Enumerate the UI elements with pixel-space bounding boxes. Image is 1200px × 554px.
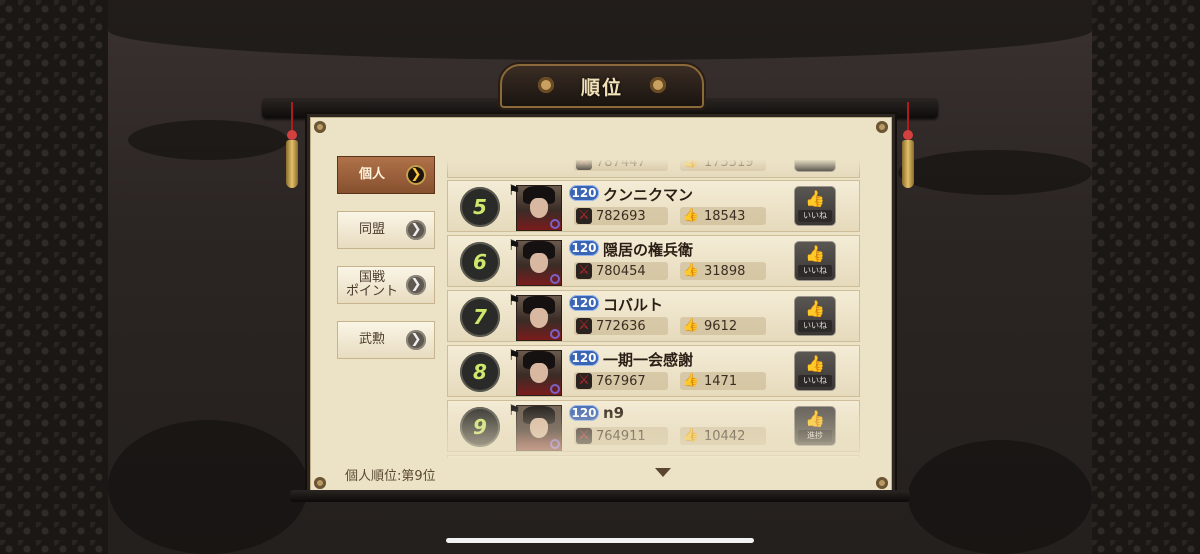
like-button[interactable]: 👍 いいね bbox=[794, 351, 836, 391]
tab-label: 国戦 ポイント bbox=[345, 270, 398, 299]
like-button[interactable]: 👍 いいね bbox=[794, 186, 836, 226]
player-name: 隠居の権兵衛 bbox=[603, 241, 694, 259]
flag-icon: ⚑ bbox=[508, 238, 521, 254]
level-badge: 120 bbox=[569, 295, 599, 311]
power-stat: ⚔ 772636 bbox=[574, 317, 668, 335]
player-name: 一期一会感謝 bbox=[603, 351, 694, 369]
thumbs-up-icon: 👍 bbox=[682, 160, 700, 169]
tab-label: 武勲 bbox=[358, 332, 385, 347]
table-row bbox=[447, 455, 860, 458]
flag-icon: ⚑ bbox=[508, 348, 521, 364]
ranking-list[interactable]: ⚔ 787447 👍 175519 5 ⚑ 120 クンニクマン ⚔ 782693 👍… bbox=[447, 160, 860, 458]
thumbs-up-icon: 👍 bbox=[805, 409, 825, 428]
power-stat: ⚔ 782693 bbox=[574, 207, 668, 225]
thumbs-up-icon: 👍 bbox=[682, 428, 700, 443]
likes-stat: 👍 1471 bbox=[680, 372, 766, 390]
inspect-icon bbox=[550, 274, 560, 284]
level-badge: 120 bbox=[569, 405, 599, 421]
crossed-swords-icon: ⚔ bbox=[576, 373, 592, 389]
tab-alliance[interactable]: 同盟 ❯ bbox=[337, 211, 435, 249]
crossed-swords-icon: ⚔ bbox=[576, 318, 592, 334]
table-row: 6 ⚑ 120 隠居の権兵衛 ⚔ 780454 👍 31898 👍 いいね bbox=[447, 235, 860, 287]
chevron-right-icon: ❯ bbox=[406, 275, 426, 295]
flag-icon: ⚑ bbox=[508, 293, 521, 309]
table-row: 8 ⚑ 120 一期一会感謝 ⚔ 767967 👍 1471 👍 いいね bbox=[447, 345, 860, 397]
crossed-swords-icon: ⚔ bbox=[576, 428, 592, 444]
right-pattern-panel bbox=[1091, 0, 1200, 554]
thumbs-up-icon: 👍 bbox=[682, 318, 700, 333]
power-stat: ⚔ 764911 bbox=[574, 427, 668, 445]
tab-personal[interactable]: 個人 ❯ bbox=[337, 156, 435, 194]
table-row: 5 ⚑ 120 クンニクマン ⚔ 782693 👍 18543 👍 いいね bbox=[447, 180, 860, 232]
left-pattern-panel bbox=[0, 0, 109, 554]
flag-icon: ⚑ bbox=[508, 403, 521, 419]
right-tassel bbox=[902, 102, 914, 188]
chevron-right-icon: ❯ bbox=[406, 220, 426, 240]
thumbs-up-icon: 👍 bbox=[682, 208, 700, 223]
power-stat: ⚔ 767967 bbox=[574, 372, 668, 390]
thumbs-up-icon: 👍 bbox=[805, 244, 825, 263]
rank-number: 8 bbox=[460, 352, 500, 392]
inspect-icon bbox=[550, 384, 560, 394]
table-row: 7 ⚑ 120 コバルト ⚔ 772636 👍 9612 👍 いいね bbox=[447, 290, 860, 342]
home-indicator[interactable] bbox=[446, 538, 754, 543]
like-button[interactable]: 👍 いいね bbox=[794, 241, 836, 281]
tab-war-points[interactable]: 国戦 ポイント ❯ bbox=[337, 266, 435, 304]
rank-number: 6 bbox=[460, 242, 500, 282]
likes-stat: 👍 10442 bbox=[680, 427, 766, 445]
likes-stat: 👍 18543 bbox=[680, 207, 766, 225]
title-plaque: 順位 bbox=[500, 64, 704, 108]
power-stat: ⚔ 787447 bbox=[574, 160, 668, 171]
scroll-bottom-rod bbox=[290, 490, 910, 502]
player-name: クンニクマン bbox=[603, 186, 694, 204]
inspect-icon bbox=[550, 439, 560, 449]
page-title: 順位 bbox=[580, 77, 623, 99]
tab-label: 個人 bbox=[358, 167, 385, 182]
likes-stat: 👍 9612 bbox=[680, 317, 766, 335]
chevron-right-icon: ❯ bbox=[406, 330, 426, 350]
personal-rank-label: 個人順位:第9位 bbox=[345, 469, 436, 484]
crossed-swords-icon: ⚔ bbox=[576, 160, 592, 170]
chevron-right-icon: ❯ bbox=[406, 165, 426, 185]
crossed-swords-icon: ⚔ bbox=[576, 208, 592, 224]
power-stat: ⚔ 780454 bbox=[574, 262, 668, 280]
tab-merit[interactable]: 武勲 ❯ bbox=[337, 321, 435, 359]
thumbs-up-icon: 👍 bbox=[682, 263, 700, 278]
inspect-icon bbox=[550, 219, 560, 229]
like-button[interactable] bbox=[794, 160, 836, 172]
level-badge: 120 bbox=[569, 185, 599, 201]
thumbs-up-icon: 👍 bbox=[682, 373, 700, 388]
crossed-swords-icon: ⚔ bbox=[576, 263, 592, 279]
like-button[interactable]: 👍 いいね bbox=[794, 296, 836, 336]
tab-label: 同盟 bbox=[358, 222, 385, 237]
left-tassel bbox=[286, 102, 298, 188]
likes-stat: 👍 31898 bbox=[680, 262, 766, 280]
rank-number: 7 bbox=[460, 297, 500, 337]
like-button[interactable]: 👍 進捗 bbox=[794, 406, 836, 446]
triangle-down-icon[interactable] bbox=[655, 468, 671, 477]
thumbs-up-icon: 👍 bbox=[805, 299, 825, 318]
thumbs-up-icon: 👍 bbox=[805, 354, 825, 373]
level-badge: 120 bbox=[569, 350, 599, 366]
rank-number: 9 bbox=[460, 407, 500, 447]
level-badge: 120 bbox=[569, 240, 599, 256]
rank-number: 5 bbox=[460, 187, 500, 227]
table-row: 9 ⚑ 120 n9 ⚔ 764911 👍 10442 👍 進捗 bbox=[447, 400, 860, 452]
likes-stat: 👍 175519 bbox=[680, 160, 766, 171]
inspect-icon bbox=[550, 329, 560, 339]
thumbs-up-icon: 👍 bbox=[805, 189, 825, 208]
player-name: n9 bbox=[603, 404, 625, 422]
player-name: コバルト bbox=[603, 296, 664, 314]
table-row: ⚔ 787447 👍 175519 bbox=[447, 160, 860, 178]
flag-icon: ⚑ bbox=[508, 183, 521, 199]
